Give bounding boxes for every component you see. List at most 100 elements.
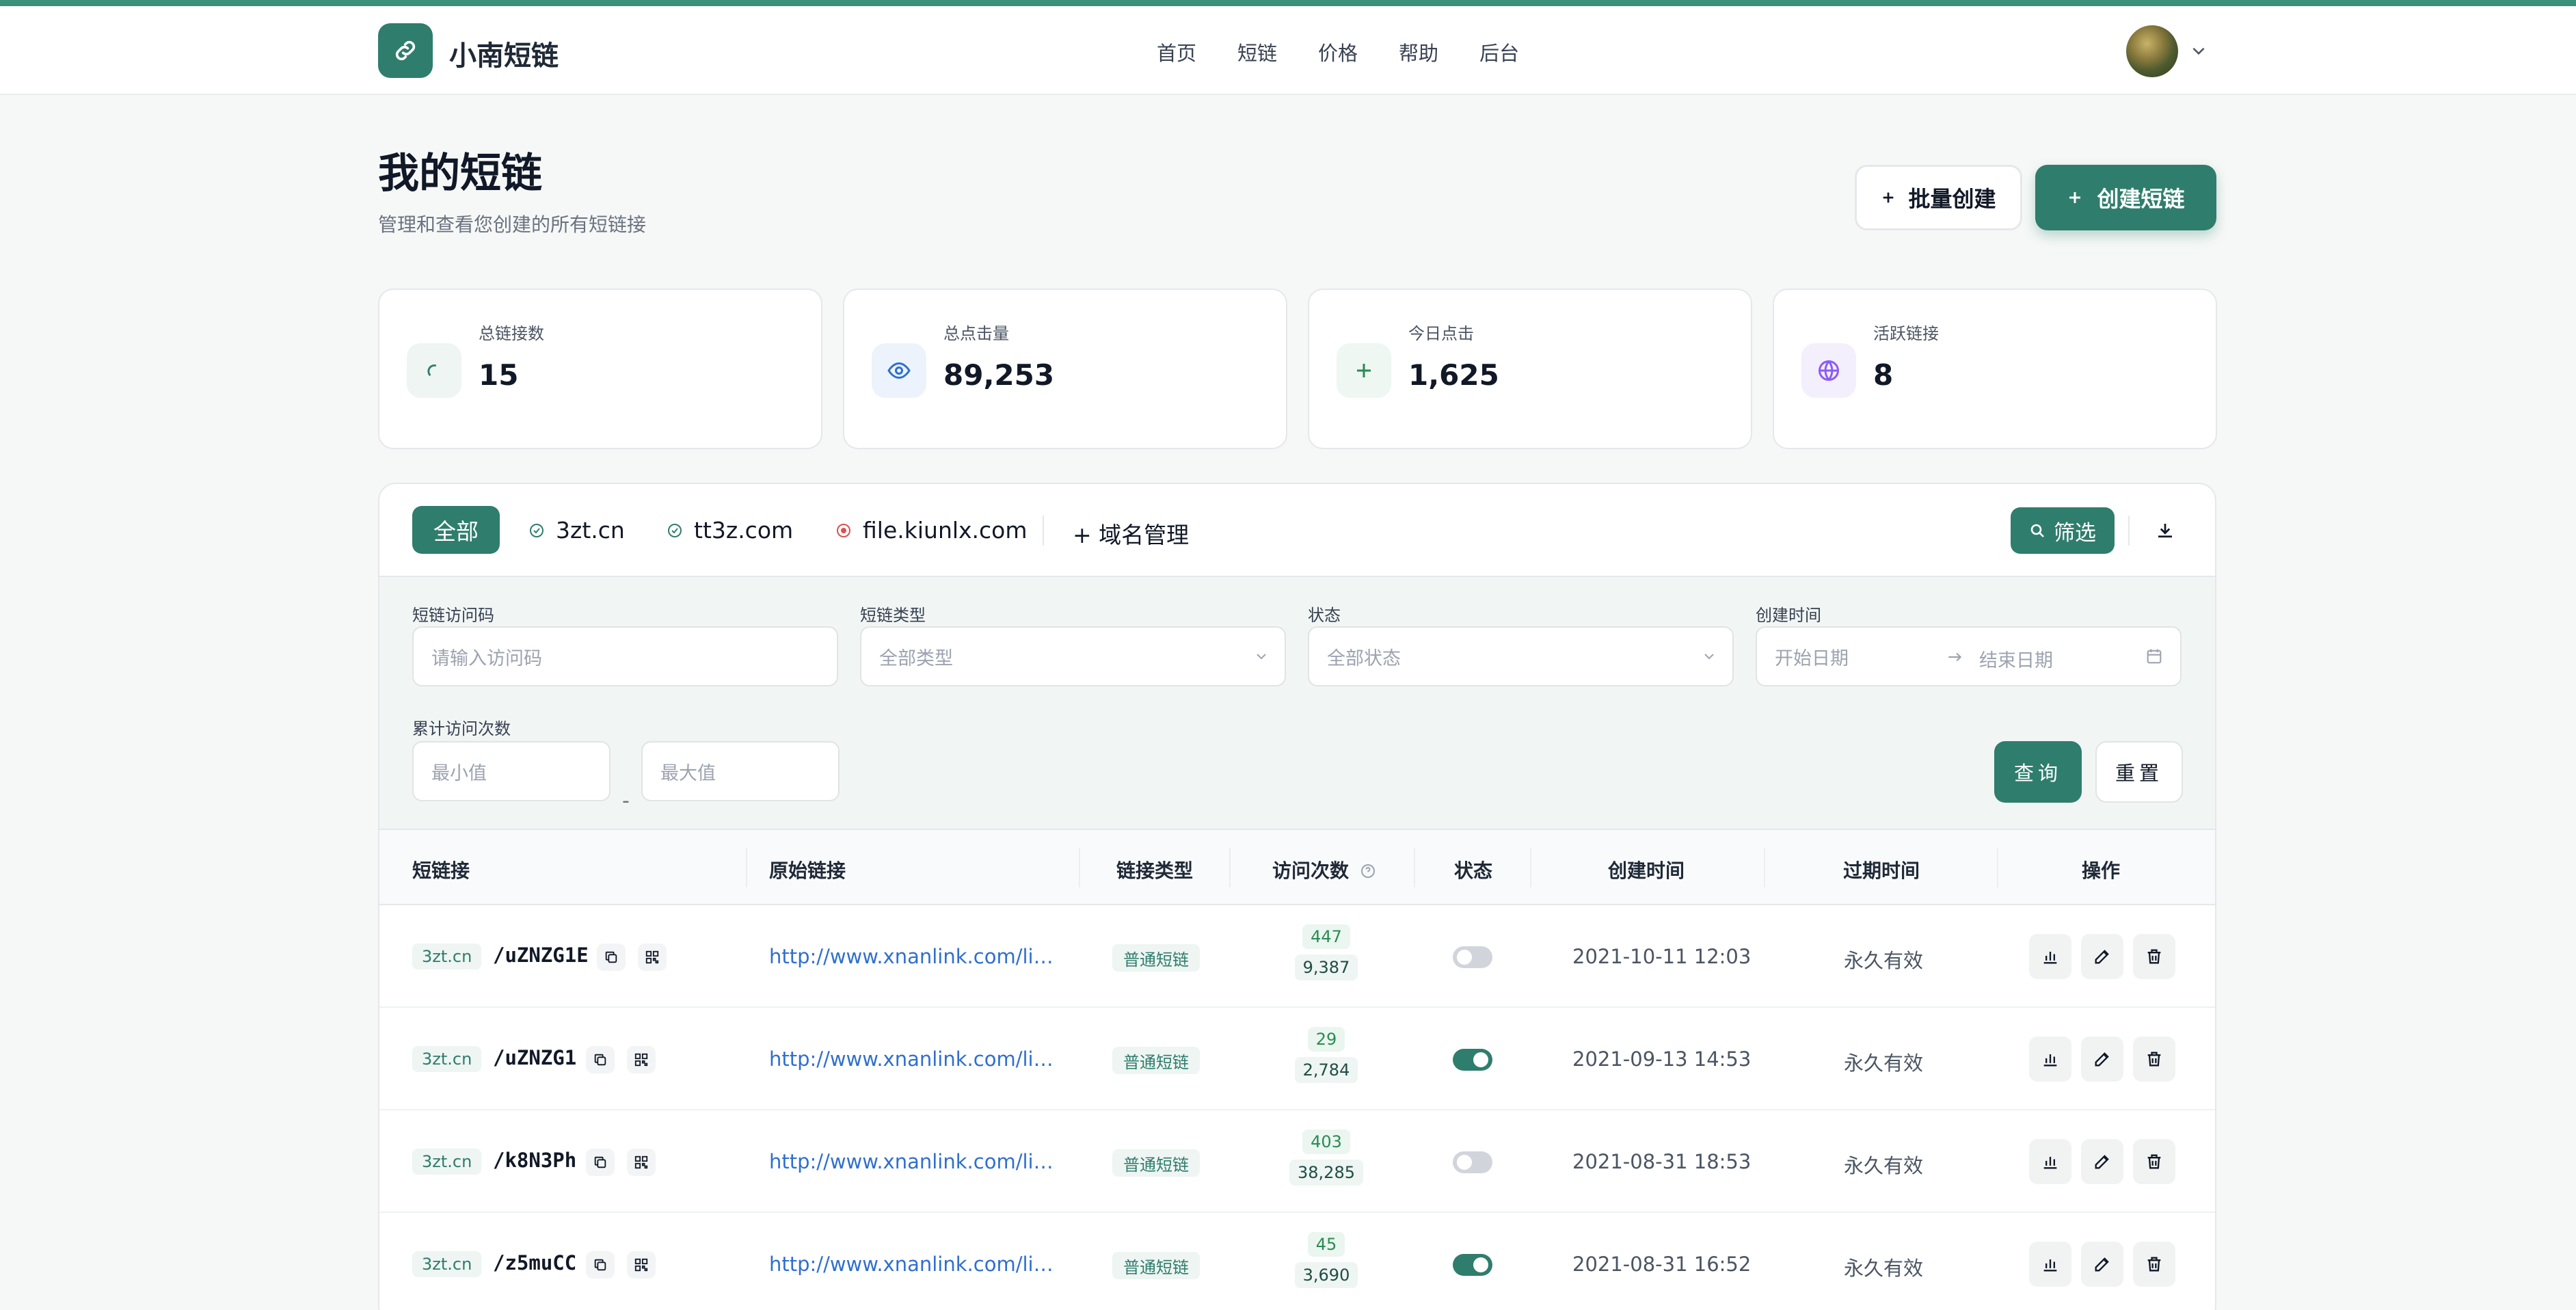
reset-button[interactable]: 重置 [2095, 741, 2183, 803]
toggle-knob [1473, 1052, 1488, 1067]
code-input[interactable]: 请输入访问码 [412, 626, 838, 686]
original-link[interactable]: http://www.xnanlink.com/link/detail?id=1… [769, 1253, 1063, 1276]
qrcode-button[interactable] [638, 944, 667, 971]
download-icon [2158, 524, 2172, 538]
col-visits-label: 访问次数 [1272, 859, 1350, 882]
delete-button[interactable] [2133, 1139, 2175, 1184]
tab-domain-tt3z[interactable]: tt3z.com [667, 517, 793, 544]
brand-name[interactable]: 小南短链 [449, 34, 559, 73]
avatar[interactable] [2126, 25, 2178, 77]
logo[interactable] [378, 23, 433, 78]
short-code[interactable]: /k8N3Ph [493, 1149, 576, 1172]
link-type-tag: 普通短链 [1112, 944, 1200, 972]
original-link[interactable]: http://www.xnanlink.com/link/detail?id=1… [769, 1047, 1063, 1071]
bar-chart-icon [2043, 952, 2057, 964]
toolbar-divider [2128, 516, 2130, 546]
stat-card-total-clicks: 总点击量 89,253 [843, 289, 1287, 449]
domain-tabs: 全部 3zt.cn tt3z.com file.kiunlx.com + 域名管… [379, 484, 2215, 577]
stats-button[interactable] [2029, 1242, 2071, 1287]
type-select[interactable]: 全部类型 [860, 626, 1286, 686]
edit-icon [2095, 1257, 2109, 1272]
table-row: 3zt.cn /uZNZG1 http://www.xnanlink.com/l… [379, 1008, 2215, 1110]
copy-button[interactable] [597, 944, 626, 971]
created-time: 2021-10-11 12:03 [1572, 945, 1752, 968]
status-toggle[interactable] [1453, 1049, 1492, 1071]
tab-all[interactable]: 全部 [412, 506, 500, 554]
original-link[interactable]: http://www.xnanlink.com/link/detail?id=1… [769, 945, 1063, 968]
stats-button[interactable] [2029, 1139, 2071, 1184]
edit-button[interactable] [2081, 934, 2123, 979]
total-visits: 38,285 [1289, 1160, 1363, 1186]
tab-domain-3zt[interactable]: 3zt.cn [528, 517, 625, 544]
trash-icon [2147, 1154, 2161, 1169]
batch-create-button[interactable]: 批量创建 [1855, 165, 2022, 230]
help-circle-icon[interactable] [1360, 863, 1376, 879]
error-circle-icon [837, 523, 850, 537]
short-code[interactable]: /uZNZG1 [493, 1046, 576, 1069]
query-button[interactable]: 查询 [1994, 741, 2082, 803]
status-select[interactable]: 全部状态 [1308, 626, 1734, 686]
short-code[interactable]: /z5muCC [493, 1251, 576, 1274]
create-link-button[interactable]: 创建短链 [2035, 165, 2216, 230]
copy-icon [605, 951, 617, 963]
short-code[interactable]: /uZNZG1E [493, 944, 589, 967]
chevron-down-icon[interactable] [2190, 42, 2208, 59]
max-visits-input[interactable]: 最大值 [641, 741, 840, 801]
link-type-tag: 普通短链 [1112, 1149, 1200, 1177]
table-row: 3zt.cn /uZNZG1E http://www.xnanlink.com/… [379, 905, 2215, 1008]
qrcode-button[interactable] [627, 1149, 656, 1176]
download-button[interactable] [2150, 516, 2180, 546]
qrcode-icon [634, 1258, 648, 1272]
col-link-type: 链接类型 [1116, 859, 1194, 882]
nav-shortlinks[interactable]: 短链 [1237, 38, 1277, 66]
original-link[interactable]: http://www.xnanlink.com/link/detail?id=1… [769, 1150, 1063, 1173]
toggle-knob [1473, 1257, 1488, 1272]
stat-value: 1,625 [1408, 358, 1499, 392]
expire-time: 永久有效 [1844, 1154, 1924, 1177]
delete-button[interactable] [2133, 1037, 2175, 1082]
toggle-knob [1457, 1155, 1472, 1170]
col-short-link: 短链接 [412, 859, 470, 882]
filter-button[interactable]: 筛选 [2011, 507, 2115, 554]
date-range-input[interactable]: 开始日期 结束日期 [1756, 626, 2182, 686]
domain-manage-link[interactable]: + 域名管理 [1073, 517, 1189, 550]
tab-domain-file-kiunlx[interactable]: file.kiunlx.com [835, 517, 1028, 544]
edit-button[interactable] [2081, 1139, 2123, 1184]
tab-label: file.kiunlx.com [863, 517, 1028, 544]
trash-icon [2147, 1052, 2161, 1067]
stats-button[interactable] [2029, 934, 2071, 979]
status-toggle[interactable] [1453, 1151, 1492, 1173]
stats-button[interactable] [2029, 1037, 2071, 1082]
qrcode-button[interactable] [627, 1251, 656, 1279]
delete-button[interactable] [2133, 1242, 2175, 1287]
nav-admin[interactable]: 后台 [1479, 38, 1519, 66]
domain-tag: 3zt.cn [412, 1251, 482, 1277]
domain-tag: 3zt.cn [412, 1046, 482, 1072]
tab-label: 3zt.cn [556, 517, 625, 544]
status-toggle[interactable] [1453, 946, 1492, 968]
copy-button[interactable] [586, 1251, 615, 1279]
visits-label: 累计访问次数 [412, 719, 511, 738]
min-visits-input[interactable]: 最小值 [412, 741, 611, 801]
column-separator [1997, 848, 1998, 887]
link-type-tag: 普通短链 [1112, 1252, 1200, 1279]
nav-help[interactable]: 帮助 [1399, 38, 1438, 66]
edit-button[interactable] [2081, 1242, 2123, 1287]
copy-button[interactable] [586, 1149, 615, 1176]
expire-time: 永久有效 [1844, 949, 1924, 972]
nav-home[interactable]: 首页 [1157, 38, 1196, 66]
total-visits: 9,387 [1294, 954, 1358, 980]
visits-cell: 45 3,690 [1289, 1232, 1364, 1288]
today-visits: 29 [1307, 1027, 1345, 1052]
total-visits: 2,784 [1294, 1057, 1358, 1083]
qrcode-button[interactable] [627, 1046, 656, 1073]
tab-divider [1043, 516, 1044, 546]
created-time: 2021-08-31 16:52 [1572, 1253, 1752, 1276]
edit-button[interactable] [2081, 1037, 2123, 1082]
copy-button[interactable] [586, 1046, 615, 1073]
delete-button[interactable] [2133, 934, 2175, 979]
column-separator [1079, 848, 1080, 887]
status-toggle[interactable] [1453, 1254, 1492, 1276]
nav-pricing[interactable]: 价格 [1318, 38, 1358, 66]
column-separator [1530, 848, 1531, 887]
